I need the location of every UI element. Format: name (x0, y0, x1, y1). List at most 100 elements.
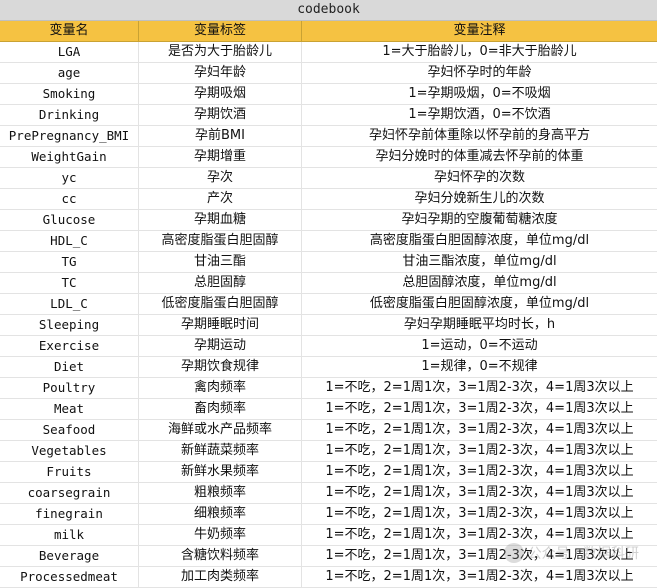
table-row: Sleeping 孕期睡眠时间 孕妇孕期睡眠平均时长，h (0, 315, 657, 336)
cell-variable-label: 孕期睡眠时间 (139, 315, 302, 335)
cell-variable-label: 加工肉类频率 (139, 567, 302, 587)
cell-variable-label: 畜肉频率 (139, 399, 302, 419)
cell-variable-label: 孕期运动 (139, 336, 302, 356)
cell-variable-name: TC (0, 273, 139, 293)
cell-variable-name: age (0, 63, 139, 83)
cell-variable-name: Diet (0, 357, 139, 377)
cell-variable-name: Glucose (0, 210, 139, 230)
cell-variable-note: 孕妇孕期睡眠平均时长，h (403, 317, 556, 332)
cell-variable-name: Vegetables (0, 441, 139, 461)
table-row: Vegetables 新鲜蔬菜频率 1=不吃，2=1周1次，3=1周2-3次，4=1… (0, 441, 657, 462)
cell-variable-name: TG (0, 252, 139, 272)
cell-variable-name: milk (0, 525, 139, 545)
cell-variable-note: 孕妇怀孕时的年龄 (427, 65, 532, 80)
cell-variable-label: 孕妇年龄 (139, 63, 302, 83)
cell-variable-name: LDL_C (0, 294, 139, 314)
table-body: LGA 是否为大于胎龄儿 1=大于胎龄儿，0=非大于胎龄儿 age 孕妇年龄 孕妇怀孕时的… (0, 42, 657, 588)
cell-variable-note: 孕妇怀孕前体重除以怀孕前的身高平方 (368, 128, 590, 143)
codebook-table: codebook 变量名 变量标签 变量注释 LGA 是否为大于胎龄儿 1=大于胎龄… (0, 0, 657, 588)
cell-variable-note: 1=不吃，2=1周1次，3=1周2-3次，4=1周3次以上 (325, 569, 634, 584)
cell-variable-label: 含糖饮料频率 (139, 546, 302, 566)
cell-variable-note: 1=不吃，2=1周1次，3=1周2-3次，4=1周3次以上 (325, 422, 634, 437)
cell-variable-name: Drinking (0, 105, 139, 125)
cell-variable-note: 低密度脂蛋白胆固醇浓度，单位mg/dl (369, 296, 590, 311)
cell-variable-name: Smoking (0, 84, 139, 104)
table-row: Fruits 新鲜水果频率 1=不吃，2=1周1次，3=1周2-3次，4=1周3次以… (0, 462, 657, 483)
table-row: Exercise 孕期运动 1=运动，0=不运动 (0, 336, 657, 357)
cell-variable-label: 细粮频率 (139, 504, 302, 524)
table-row: coarsegrain 粗粮频率 1=不吃，2=1周1次，3=1周2-3次，4=1周… (0, 483, 657, 504)
cell-variable-name: WeightGain (0, 147, 139, 167)
table-row: Drinking 孕期饮酒 1=孕期饮酒，0=不饮酒 (0, 105, 657, 126)
cell-variable-label: 孕期饮酒 (139, 105, 302, 125)
cell-variable-label: 甘油三酯 (139, 252, 302, 272)
cell-variable-label: 新鲜蔬菜频率 (139, 441, 302, 461)
cell-variable-note: 1=规律，0=不规律 (421, 359, 538, 374)
table-row: Diet 孕期饮食规律 1=规律，0=不规律 (0, 357, 657, 378)
cell-variable-label: 产次 (139, 189, 302, 209)
cell-variable-name: yc (0, 168, 139, 188)
cell-variable-label: 海鲜或水产品频率 (139, 420, 302, 440)
cell-variable-note: 甘油三酯浓度，单位mg/dl (402, 254, 557, 269)
cell-variable-label: 低密度脂蛋白胆固醇 (139, 294, 302, 314)
table-row: WeightGain 孕期增重 孕妇分娩时的体重减去怀孕前的体重 (0, 147, 657, 168)
cell-variable-label: 孕期血糖 (139, 210, 302, 230)
cell-variable-name: Fruits (0, 462, 139, 482)
watermark-text: 公众号 · 数据科研 (527, 546, 639, 562)
cell-variable-label: 是否为大于胎龄儿 (139, 42, 302, 62)
cell-variable-note: 孕妇怀孕的次数 (433, 170, 525, 185)
cell-variable-note: 1=大于胎龄儿，0=非大于胎龄儿 (382, 44, 577, 59)
header-variable-label: 变量标签 (139, 21, 302, 41)
table-row: TG 甘油三酯 甘油三酯浓度，单位mg/dl (0, 252, 657, 273)
cell-variable-note: 孕妇孕期的空腹葡萄糖浓度 (401, 212, 558, 227)
cell-variable-label: 孕期吸烟 (139, 84, 302, 104)
cell-variable-note: 1=不吃，2=1周1次，3=1周2-3次，4=1周3次以上 (325, 401, 634, 416)
cell-variable-note: 总胆固醇浓度，单位mg/dl (402, 275, 557, 290)
cell-variable-note: 1=孕期饮酒，0=不饮酒 (408, 107, 551, 122)
cell-variable-label: 禽肉频率 (139, 378, 302, 398)
cell-variable-label: 牛奶频率 (139, 525, 302, 545)
cell-variable-label: 孕期饮食规律 (139, 357, 302, 377)
table-row: age 孕妇年龄 孕妇怀孕时的年龄 (0, 63, 657, 84)
cell-variable-note: 1=孕期吸烟，0=不吸烟 (408, 86, 551, 101)
cell-variable-name: HDL_C (0, 231, 139, 251)
cell-variable-name: LGA (0, 42, 139, 62)
cell-variable-note: 1=不吃，2=1周1次，3=1周2-3次，4=1周3次以上 (325, 485, 634, 500)
table-row: TC 总胆固醇 总胆固醇浓度，单位mg/dl (0, 273, 657, 294)
cell-variable-label: 孕前BMI (139, 126, 302, 146)
cell-variable-name: Meat (0, 399, 139, 419)
table-row: cc 产次 孕妇分娩新生儿的次数 (0, 189, 657, 210)
cell-variable-name: Poultry (0, 378, 139, 398)
cell-variable-note: 孕妇分娩时的体重减去怀孕前的体重 (375, 149, 584, 164)
header-row: 变量名 变量标签 变量注释 (0, 21, 657, 42)
cell-variable-note: 孕妇分娩新生儿的次数 (414, 191, 545, 206)
cell-variable-label: 新鲜水果频率 (139, 462, 302, 482)
cell-variable-note: 1=不吃，2=1周1次，3=1周2-3次，4=1周3次以上 (325, 464, 634, 479)
cell-variable-label: 孕期增重 (139, 147, 302, 167)
header-variable-name: 变量名 (0, 21, 139, 41)
cell-variable-name: finegrain (0, 504, 139, 524)
cell-variable-name: Seafood (0, 420, 139, 440)
cell-variable-label: 孕次 (139, 168, 302, 188)
table-row: Processedmeat 加工肉类频率 1=不吃，2=1周1次，3=1周2-3次，… (0, 567, 657, 588)
cell-variable-note: 1=不吃，2=1周1次，3=1周2-3次，4=1周3次以上 (325, 506, 634, 521)
cell-variable-note: 1=不吃，2=1周1次，3=1周2-3次，4=1周3次以上 (325, 380, 634, 395)
cell-variable-name: Sleeping (0, 315, 139, 335)
cell-variable-name: PrePregnancy_BMI (0, 126, 139, 146)
watermark: 公众号 · 数据科研 (503, 543, 639, 563)
cell-variable-name: Beverage (0, 546, 139, 566)
table-row: Meat 畜肉频率 1=不吃，2=1周1次，3=1周2-3次，4=1周3次以上 (0, 399, 657, 420)
table-row: LDL_C 低密度脂蛋白胆固醇 低密度脂蛋白胆固醇浓度，单位mg/dl (0, 294, 657, 315)
cell-variable-label: 高密度脂蛋白胆固醇 (139, 231, 302, 251)
cell-variable-note: 1=不吃，2=1周1次，3=1周2-3次，4=1周3次以上 (325, 443, 634, 458)
table-row: HDL_C 高密度脂蛋白胆固醇 高密度脂蛋白胆固醇浓度，单位mg/dl (0, 231, 657, 252)
table-row: LGA 是否为大于胎龄儿 1=大于胎龄儿，0=非大于胎龄儿 (0, 42, 657, 63)
table-title: codebook (0, 0, 657, 21)
table-row: Seafood 海鲜或水产品频率 1=不吃，2=1周1次，3=1周2-3次，4=1周… (0, 420, 657, 441)
table-row: yc 孕次 孕妇怀孕的次数 (0, 168, 657, 189)
cell-variable-note: 1=不吃，2=1周1次，3=1周2-3次，4=1周3次以上 (325, 527, 634, 542)
cell-variable-note: 1=运动，0=不运动 (421, 338, 538, 353)
cell-variable-label: 总胆固醇 (139, 273, 302, 293)
cell-variable-name: cc (0, 189, 139, 209)
table-row: finegrain 细粮频率 1=不吃，2=1周1次，3=1周2-3次，4=1周3次… (0, 504, 657, 525)
